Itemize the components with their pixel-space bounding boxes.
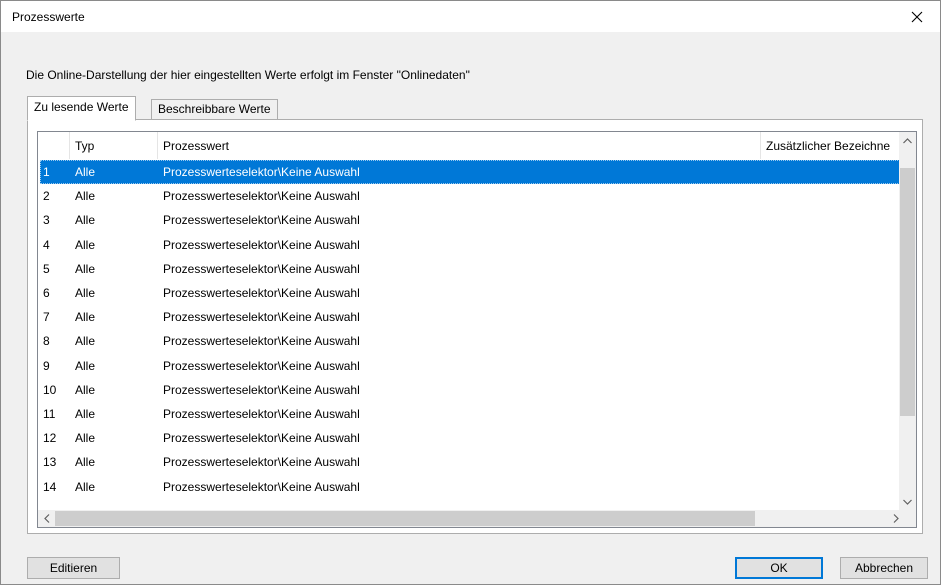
cell-nr: 6 (43, 286, 50, 300)
cell-prozesswert: Prozesswerteselektor\Keine Auswahl (163, 383, 360, 397)
table-row[interactable]: 13 Alle Prozesswerteselektor\Keine Auswahl (40, 450, 904, 474)
tab-panel: Typ Prozesswert Zusätzlicher Bezeichne 1… (27, 119, 923, 534)
close-icon (911, 11, 923, 22)
vertical-scrollbar[interactable] (899, 132, 916, 510)
cell-nr: 8 (43, 334, 50, 348)
cell-prozesswert: Prozesswerteselektor\Keine Auswahl (163, 238, 360, 252)
close-button[interactable] (894, 1, 940, 32)
tab-beschreibbare-werte[interactable]: Beschreibbare Werte (151, 99, 278, 119)
cell-nr: 4 (43, 238, 50, 252)
cell-typ: Alle (75, 359, 96, 373)
scrollbar-corner (899, 510, 916, 527)
column-header-nr[interactable] (38, 132, 70, 159)
info-text: Die Online-Darstellung der hier eingeste… (26, 68, 470, 82)
cell-nr: 12 (43, 431, 57, 445)
tab-zu-lesende-werte[interactable]: Zu lesende Werte (27, 96, 136, 121)
cell-typ: Alle (75, 431, 96, 445)
chevron-down-icon (903, 499, 912, 505)
cell-nr: 10 (43, 383, 57, 397)
cell-nr: 13 (43, 455, 57, 469)
cell-prozesswert: Prozesswerteselektor\Keine Auswahl (163, 262, 360, 276)
values-grid: Typ Prozesswert Zusätzlicher Bezeichne 1… (37, 131, 917, 528)
vertical-scroll-thumb[interactable] (900, 168, 915, 416)
cell-typ: Alle (75, 383, 96, 397)
column-header-zusaetzlicher-bezeichner[interactable]: Zusätzlicher Bezeichne (761, 132, 904, 159)
table-row[interactable]: 14 Alle Prozesswerteselektor\Keine Auswahl (40, 475, 904, 499)
cell-prozesswert: Prozesswerteselektor\Keine Auswahl (163, 286, 360, 300)
cell-prozesswert: Prozesswerteselektor\Keine Auswahl (163, 359, 360, 373)
cell-typ: Alle (75, 165, 96, 179)
table-row[interactable]: 8 Alle Prozesswerteselektor\Keine Auswahl (40, 329, 904, 353)
horizontal-scroll-thumb[interactable] (55, 511, 755, 526)
scroll-left-arrow[interactable] (38, 510, 55, 527)
table-row[interactable]: 7 Alle Prozesswerteselektor\Keine Auswahl (40, 305, 904, 329)
cell-typ: Alle (75, 262, 96, 276)
cell-prozesswert: Prozesswerteselektor\Keine Auswahl (163, 455, 360, 469)
cell-prozesswert: Prozesswerteselektor\Keine Auswahl (163, 165, 360, 179)
table-row[interactable]: 4 Alle Prozesswerteselektor\Keine Auswahl (40, 233, 904, 257)
cell-prozesswert: Prozesswerteselektor\Keine Auswahl (163, 431, 360, 445)
cell-typ: Alle (75, 334, 96, 348)
cell-nr: 1 (43, 165, 50, 179)
table-row[interactable]: 3 Alle Prozesswerteselektor\Keine Auswahl (40, 208, 904, 232)
cancel-button[interactable]: Abbrechen (840, 557, 928, 579)
cell-nr: 5 (43, 262, 50, 276)
scroll-up-arrow[interactable] (899, 132, 916, 149)
cell-nr: 3 (43, 213, 50, 227)
cell-nr: 9 (43, 359, 50, 373)
title-bar: Prozesswerte (1, 1, 940, 32)
table-row[interactable]: 1 Alle Prozesswerteselektor\Keine Auswahl (40, 160, 904, 184)
window-title: Prozesswerte (12, 10, 85, 24)
ok-button[interactable]: OK (735, 557, 823, 579)
table-row[interactable]: 11 Alle Prozesswerteselektor\Keine Auswahl (40, 402, 904, 426)
chevron-up-icon (903, 137, 912, 143)
cell-prozesswert: Prozesswerteselektor\Keine Auswahl (163, 334, 360, 348)
grid-header: Typ Prozesswert Zusätzlicher Bezeichne (38, 132, 904, 159)
table-row[interactable]: 5 Alle Prozesswerteselektor\Keine Auswahl (40, 257, 904, 281)
cell-prozesswert: Prozesswerteselektor\Keine Auswahl (163, 213, 360, 227)
table-row[interactable]: 10 Alle Prozesswerteselektor\Keine Auswahl (40, 378, 904, 402)
horizontal-scrollbar[interactable] (38, 510, 904, 527)
cell-nr: 7 (43, 310, 50, 324)
cell-prozesswert: Prozesswerteselektor\Keine Auswahl (163, 189, 360, 203)
table-row[interactable]: 6 Alle Prozesswerteselektor\Keine Auswahl (40, 281, 904, 305)
cell-typ: Alle (75, 238, 96, 252)
cell-typ: Alle (75, 480, 96, 494)
cell-typ: Alle (75, 310, 96, 324)
cell-prozesswert: Prozesswerteselektor\Keine Auswahl (163, 407, 360, 421)
cell-prozesswert: Prozesswerteselektor\Keine Auswahl (163, 310, 360, 324)
table-row[interactable]: 2 Alle Prozesswerteselektor\Keine Auswahl (40, 184, 904, 208)
table-row[interactable]: 12 Alle Prozesswerteselektor\Keine Auswahl (40, 426, 904, 450)
column-header-typ[interactable]: Typ (70, 132, 158, 159)
table-row[interactable]: 9 Alle Prozesswerteselektor\Keine Auswahl (40, 354, 904, 378)
dialog-window: Prozesswerte Die Online-Darstellung der … (0, 0, 941, 585)
cell-nr: 11 (43, 407, 56, 421)
edit-button[interactable]: Editieren (27, 557, 120, 579)
cell-typ: Alle (75, 455, 96, 469)
cell-typ: Alle (75, 407, 96, 421)
column-header-prozesswert[interactable]: Prozesswert (158, 132, 761, 159)
chevron-left-icon (43, 514, 49, 523)
cell-typ: Alle (75, 286, 96, 300)
cell-typ: Alle (75, 213, 96, 227)
cell-nr: 2 (43, 189, 50, 203)
cell-prozesswert: Prozesswerteselektor\Keine Auswahl (163, 480, 360, 494)
chevron-right-icon (893, 514, 899, 523)
cell-nr: 14 (43, 480, 57, 494)
cell-typ: Alle (75, 189, 96, 203)
scroll-down-arrow[interactable] (899, 493, 916, 510)
